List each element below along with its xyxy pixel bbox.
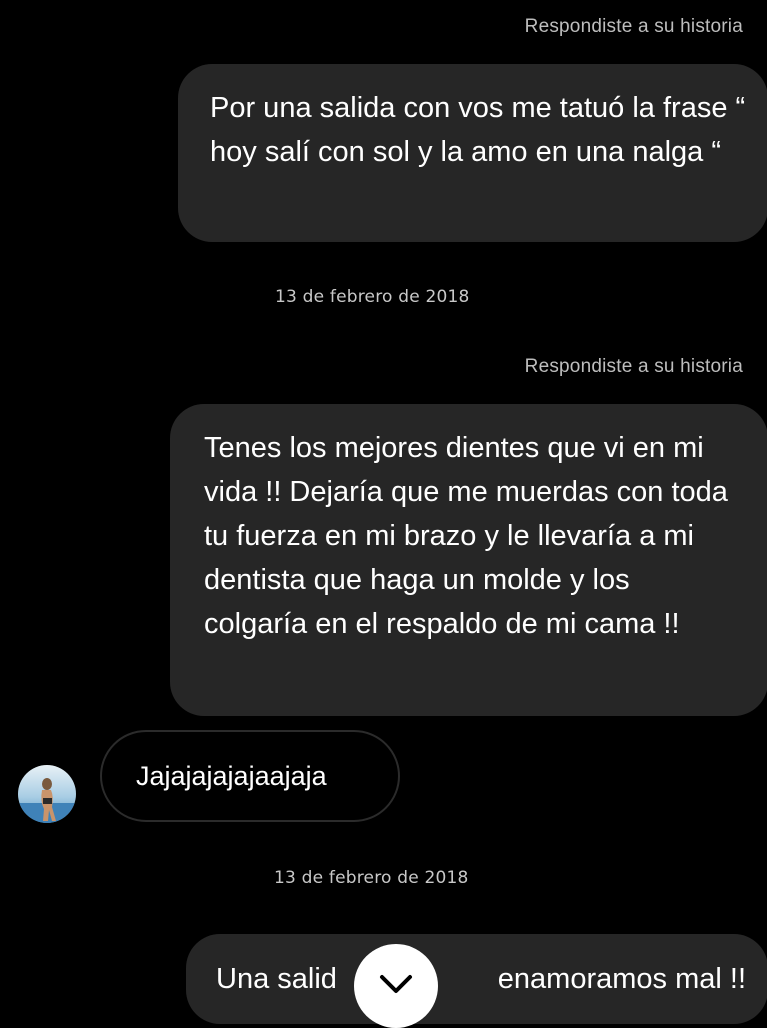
user-avatar [18,765,76,823]
date-separator: 13 de febrero de 2018 [274,868,469,888]
message-text-start: Una salid [216,963,337,995]
incoming-message-bubble[interactable]: Jajajajajajaajaja [100,730,400,822]
message-text: Tenes los mejores dientes que vi en mi v… [204,432,728,640]
story-reply-note: Respondiste a su historia [524,16,743,37]
scroll-to-bottom-button[interactable] [354,944,438,1028]
message-text: Por una salida con vos me tatuó la frase… [210,92,746,168]
story-reply-note: Respondiste a su historia [524,356,743,377]
outgoing-message-bubble[interactable]: Tenes los mejores dientes que vi en mi v… [170,404,767,716]
message-text-end: enamoramos mal !! [497,963,746,995]
avatar[interactable] [18,765,76,823]
outgoing-message-bubble[interactable]: Una salid enamoramos mal !! [186,934,767,1024]
message-text: Jajajajajajaajaja [136,760,327,791]
date-separator: 13 de febrero de 2018 [275,287,470,307]
chevron-down-icon [380,975,412,993]
outgoing-message-bubble[interactable]: Por una salida con vos me tatuó la frase… [178,64,767,242]
